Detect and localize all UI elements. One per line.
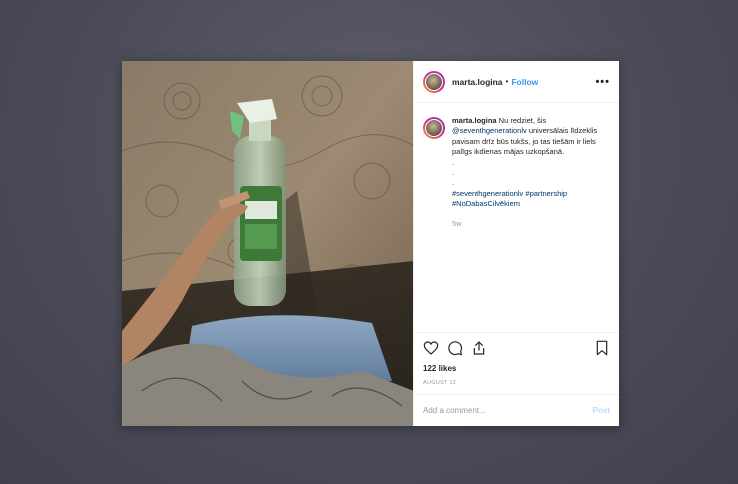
- instagram-post-card: marta.logina • Follow ••• marta.logina N…: [122, 61, 619, 426]
- action-bar: [414, 332, 619, 362]
- time-ago: 5w: [452, 218, 462, 228]
- post-sidebar: marta.logina • Follow ••• marta.logina N…: [413, 61, 619, 426]
- caption-avatar[interactable]: [423, 117, 445, 139]
- bookmark-icon[interactable]: [594, 340, 610, 356]
- username-link[interactable]: marta.logina: [452, 77, 503, 87]
- avatar[interactable]: [423, 70, 445, 93]
- more-options-icon[interactable]: •••: [595, 76, 610, 88]
- caption-area: marta.logina Nu redziet, šis @seventhgen…: [414, 103, 619, 332]
- hashtag-link[interactable]: #NoDabasCilvēkiem: [452, 199, 520, 208]
- comment-icon[interactable]: [447, 340, 463, 356]
- post-header: marta.logina • Follow •••: [414, 61, 619, 103]
- comment-input[interactable]: [423, 406, 593, 415]
- caption-text-1: Nu redziet, šis: [496, 116, 547, 125]
- caption-dot: .: [452, 168, 455, 178]
- caption-username[interactable]: marta.logina: [452, 116, 497, 125]
- caption-dot: .: [452, 178, 455, 188]
- post-date: AUGUST 12: [423, 380, 457, 386]
- comment-box: Post: [414, 394, 619, 426]
- hashtags: #seventhgenerationlv #partnership #NoDab…: [452, 189, 610, 210]
- post-comment-button[interactable]: Post: [593, 406, 610, 415]
- mention-link[interactable]: @seventhgenerationlv: [452, 126, 527, 135]
- hashtag-link[interactable]: #partnership: [525, 189, 567, 198]
- caption: marta.logina Nu redziet, šis @seventhgen…: [452, 116, 610, 332]
- photo-illustration: [122, 61, 413, 426]
- caption-dot: .: [452, 157, 455, 167]
- likes-count[interactable]: 122 likes: [414, 362, 619, 373]
- share-icon[interactable]: [471, 340, 487, 356]
- heart-icon[interactable]: [423, 340, 439, 356]
- post-photo[interactable]: [122, 61, 413, 426]
- separator-dot: •: [505, 77, 509, 86]
- avatar-image: [425, 72, 443, 91]
- follow-button[interactable]: Follow: [511, 77, 538, 87]
- hashtag-link[interactable]: #seventhgenerationlv: [452, 189, 523, 198]
- avatar-image: [425, 119, 443, 137]
